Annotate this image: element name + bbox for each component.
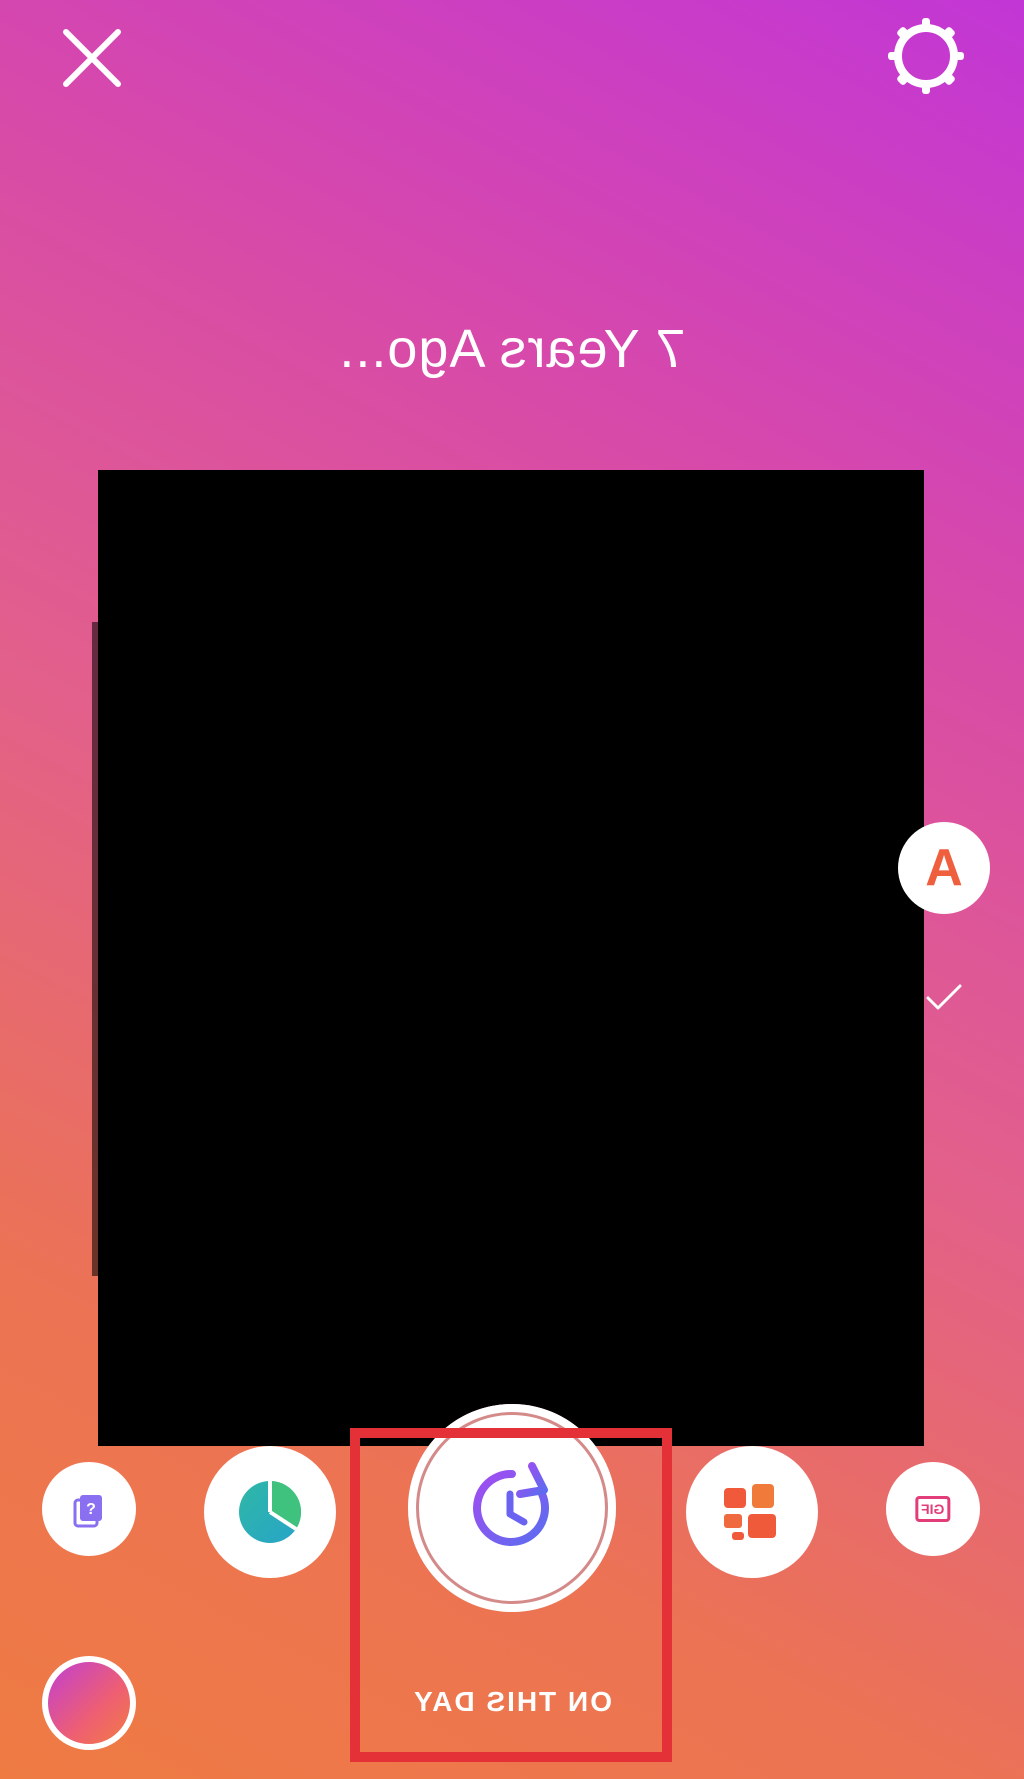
stats-sticker-button[interactable] [204,1446,336,1578]
quiz-label: ? [86,1501,96,1518]
page-title: 7 Years Ago... [338,319,686,379]
background-color-button[interactable] [42,1656,136,1750]
layout-grid-icon [724,1484,776,1540]
settings-button[interactable] [884,14,968,98]
text-tool-button[interactable]: A [898,822,990,914]
check-icon[interactable] [924,982,964,1012]
close-icon [63,29,121,87]
close-button[interactable] [58,24,126,92]
gif-label: GIF [915,1496,951,1522]
gif-sticker-button[interactable]: GIF [886,1462,980,1556]
memory-card[interactable] [98,470,924,1446]
quiz-sticker-button[interactable]: ? [42,1462,136,1556]
question-cards-icon: ? [73,1495,102,1528]
layout-sticker-button[interactable] [686,1446,818,1578]
pie-chart-icon [239,1480,302,1543]
highlight-box [350,1428,672,1762]
gear-icon [888,18,964,94]
